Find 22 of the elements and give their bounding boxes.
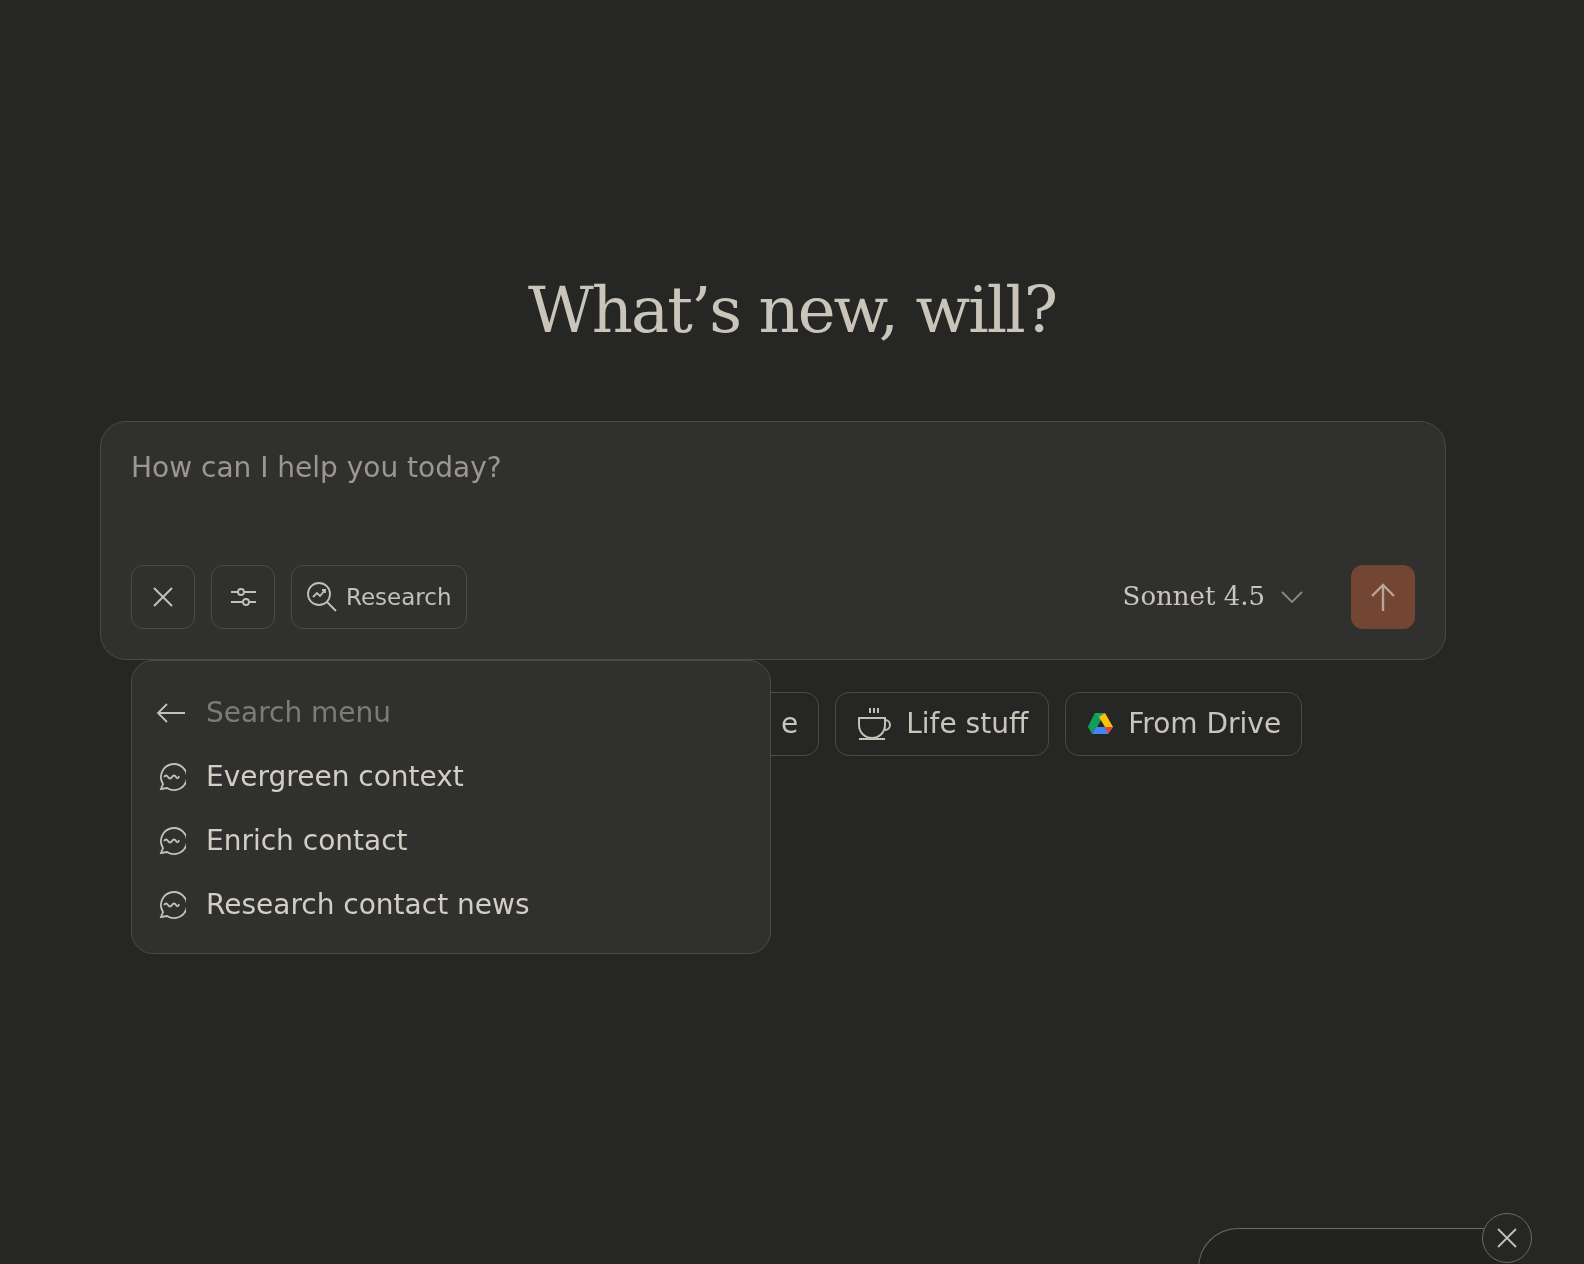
search-field[interactable]: Search menu (206, 691, 606, 734)
arrow-up-icon (1370, 581, 1396, 612)
close-icon (1497, 1228, 1517, 1248)
search-chart-icon (306, 580, 338, 613)
menu-item[interactable]: Research contact news (156, 872, 746, 937)
greeting-heading: What’s new, will? (527, 272, 1057, 349)
research-button[interactable]: Research (291, 564, 467, 629)
close-button[interactable] (131, 564, 195, 629)
cup-icon (856, 706, 893, 741)
drive-icon (1086, 711, 1115, 736)
model-selector[interactable]: Sonnet 4.5 (1122, 577, 1303, 617)
send-button[interactable] (1351, 564, 1415, 629)
close-icon (152, 585, 174, 608)
suggestion-chip[interactable]: Life stuff (835, 691, 1050, 756)
back-arrow-icon[interactable] (156, 701, 186, 724)
suggestion-chip[interactable]: From Drive (1065, 691, 1303, 756)
menu-item[interactable]: Enrich contact (156, 808, 746, 873)
close-button[interactable] (1482, 1213, 1532, 1263)
chevron-down-icon (1281, 590, 1303, 603)
settings-button[interactable] (211, 564, 275, 629)
sliders-icon (230, 585, 256, 608)
message-input[interactable]: How can I help you today? (131, 447, 1415, 488)
